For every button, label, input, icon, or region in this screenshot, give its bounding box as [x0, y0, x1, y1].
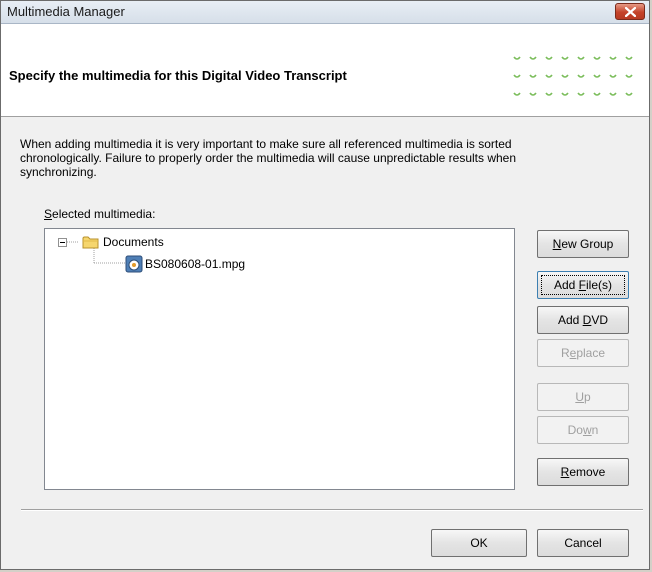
- button-label: place: [576, 346, 606, 360]
- new-group-button[interactable]: New Group: [537, 230, 629, 258]
- close-button[interactable]: [615, 3, 645, 20]
- dot-mark: [529, 56, 537, 60]
- dot-mark: [577, 74, 585, 78]
- mnemonic: R: [560, 465, 570, 479]
- folder-label: Documents: [103, 235, 164, 249]
- page-heading: Specify the multimedia for this Digital …: [9, 68, 347, 83]
- up-button[interactable]: Up: [537, 383, 629, 411]
- selected-multimedia-label: Selected multimedia:: [44, 207, 155, 221]
- media-file-icon: [125, 255, 143, 273]
- instruction-text: When adding multimedia it is very import…: [20, 137, 630, 179]
- multimedia-tree[interactable]: Documents BS080608-01.mpg: [44, 228, 515, 490]
- dot-mark: [513, 56, 521, 60]
- dot-pattern-decoration: [513, 56, 633, 96]
- dot-mark: [593, 74, 601, 78]
- button-label: emove: [569, 465, 606, 479]
- dot-mark: [545, 56, 553, 60]
- file-label: BS080608-01.mpg: [145, 257, 246, 271]
- dot-mark: [529, 92, 537, 96]
- instruction-line: chronologically. Failure to properly ord…: [20, 151, 517, 165]
- focus-ring: [541, 275, 625, 295]
- dot-mark: [545, 74, 553, 78]
- footer-separator: [21, 509, 643, 511]
- dot-mark: [609, 74, 617, 78]
- collapse-toggle[interactable]: [58, 238, 67, 247]
- window-title: Multimedia Manager: [7, 4, 125, 19]
- title-bar[interactable]: Multimedia Manager: [1, 1, 649, 24]
- button-label: Add: [557, 313, 583, 327]
- wizard-header: Specify the multimedia for this Digital …: [1, 24, 649, 117]
- add-dvd-button[interactable]: Add DVD: [537, 306, 629, 334]
- instruction-line: When adding multimedia it is very import…: [20, 137, 512, 151]
- ok-button[interactable]: OK: [431, 529, 527, 557]
- button-label: p: [583, 390, 591, 404]
- folder-icon: [82, 236, 99, 249]
- button-label: n: [591, 423, 599, 437]
- dot-mark: [577, 56, 585, 60]
- remove-button[interactable]: Remove: [537, 458, 629, 486]
- multimedia-manager-dialog: Multimedia Manager Specify the multimedi…: [0, 0, 650, 570]
- dot-mark: [625, 92, 633, 96]
- dot-mark: [625, 56, 633, 60]
- dot-mark: [609, 56, 617, 60]
- label-text: elected multimedia:: [52, 207, 156, 221]
- instruction-line: synchronizing.: [20, 165, 97, 179]
- mnemonic: S: [44, 207, 53, 221]
- dot-mark: [561, 92, 569, 96]
- button-label: ew Group: [561, 237, 614, 251]
- down-button[interactable]: Down: [537, 416, 629, 444]
- dot-mark: [561, 74, 569, 78]
- cancel-button[interactable]: Cancel: [537, 529, 629, 557]
- dot-mark: [593, 92, 601, 96]
- dot-mark: [609, 92, 617, 96]
- dot-mark: [513, 92, 521, 96]
- dot-mark: [625, 74, 633, 78]
- dot-mark: [545, 92, 553, 96]
- replace-button[interactable]: Replace: [537, 339, 629, 367]
- dot-mark: [593, 56, 601, 60]
- add-files-button[interactable]: Add File(s): [537, 271, 629, 299]
- mnemonic: w: [582, 423, 592, 437]
- dot-mark: [561, 56, 569, 60]
- mnemonic: N: [552, 237, 562, 251]
- dot-mark: [577, 92, 585, 96]
- button-label: R: [560, 346, 570, 360]
- close-icon: [625, 7, 636, 17]
- mnemonic: U: [575, 390, 584, 404]
- button-label: Do: [567, 423, 583, 437]
- button-label: VD: [591, 313, 609, 327]
- dot-mark: [513, 74, 521, 78]
- dot-mark: [529, 74, 537, 78]
